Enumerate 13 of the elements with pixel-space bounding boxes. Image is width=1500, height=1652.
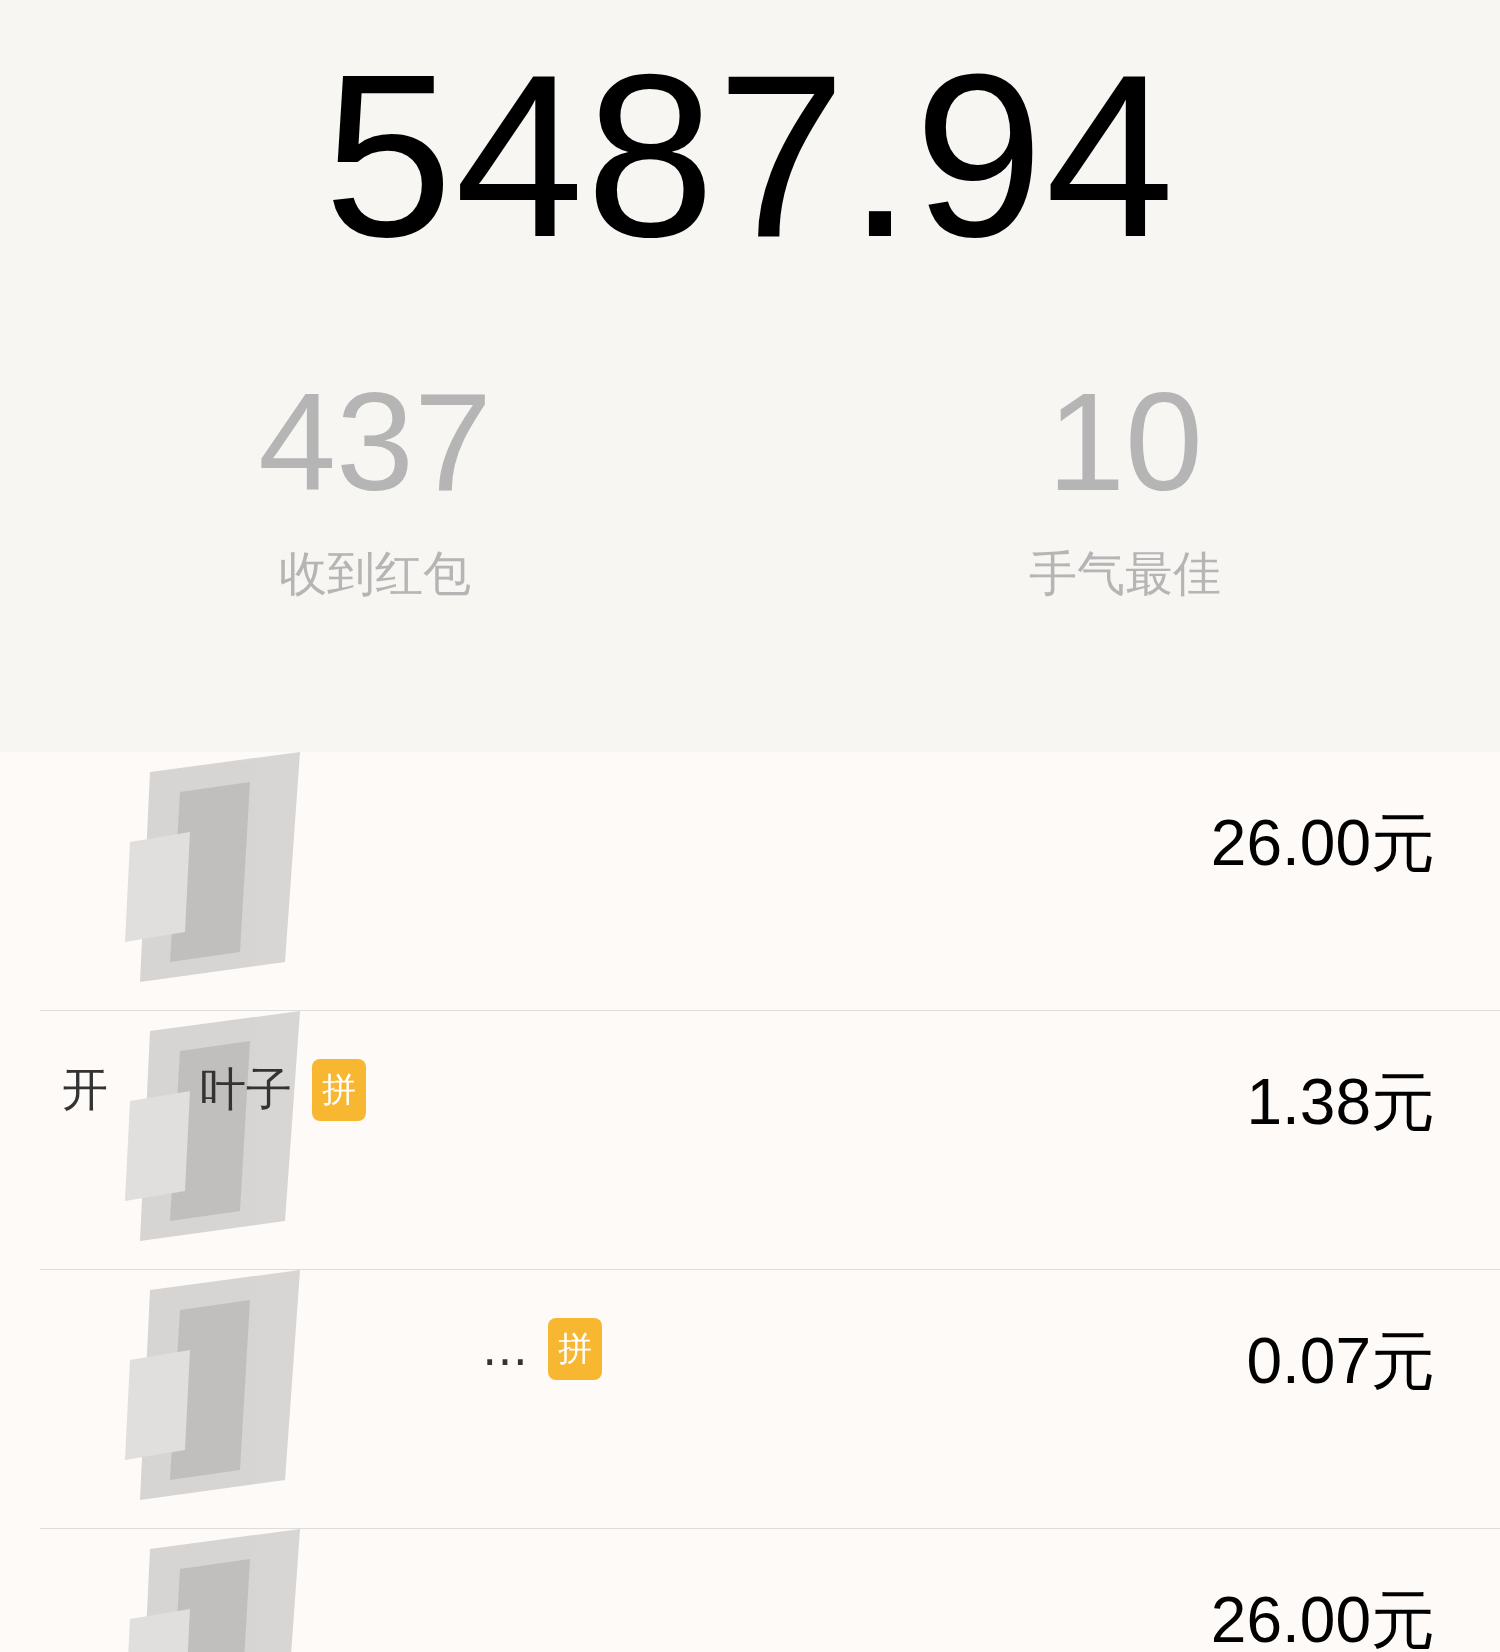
stat-value: 10 — [1047, 372, 1203, 512]
group-badge: 拼 — [312, 1059, 366, 1121]
group-badge: 拼 — [548, 1318, 602, 1380]
amount: 0.07元 — [1246, 1324, 1435, 1399]
stat-label: 收到红包 — [279, 544, 471, 603]
total-amount: 5487.94 — [323, 40, 1177, 272]
amount: 26.00元 — [1210, 1583, 1435, 1652]
amount: 26.00元 — [1210, 806, 1435, 881]
amount: 1.38元 — [1246, 1065, 1435, 1140]
sender-name: … — [481, 1322, 528, 1376]
sender-name: 开 叶子 — [62, 1061, 292, 1118]
stat-label: 手气最佳 — [1029, 544, 1221, 603]
stat-value: 437 — [258, 372, 492, 512]
